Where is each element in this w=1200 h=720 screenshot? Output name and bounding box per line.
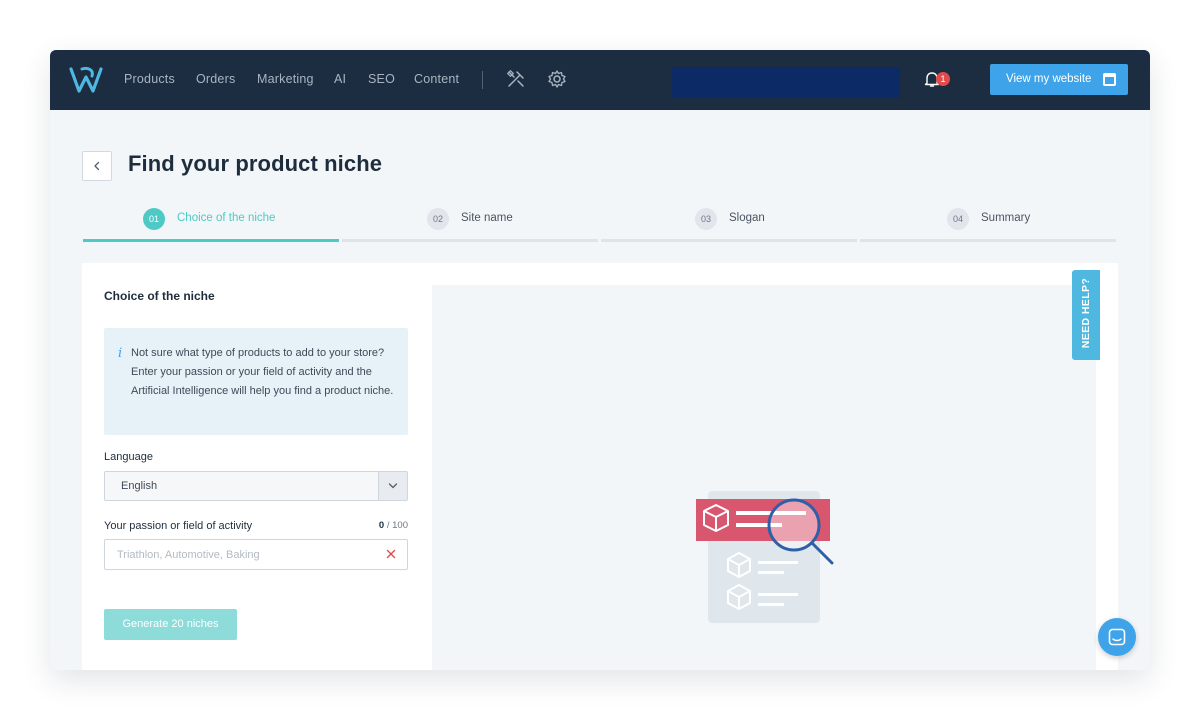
char-count-max: / 100 bbox=[386, 520, 408, 531]
need-help-label: NEED HELP? bbox=[1080, 277, 1092, 349]
nav-seo[interactable]: SEO bbox=[368, 72, 395, 86]
info-icon: i bbox=[118, 346, 123, 361]
clear-icon[interactable] bbox=[384, 547, 398, 561]
browser-window-icon bbox=[1103, 73, 1116, 86]
chevron-down-icon bbox=[388, 483, 398, 489]
character-counter: 0 / 100 bbox=[342, 520, 408, 531]
language-select[interactable]: English bbox=[104, 471, 408, 501]
design-tools-icon[interactable] bbox=[506, 69, 526, 89]
logo-icon[interactable] bbox=[68, 64, 104, 96]
step-label: Summary bbox=[981, 212, 1031, 224]
step-progress-bar bbox=[860, 239, 1116, 242]
info-box: i Not sure what type of products to add … bbox=[104, 328, 408, 435]
back-button[interactable] bbox=[82, 151, 112, 181]
step-number: 03 bbox=[695, 208, 717, 230]
info-text: Not sure what type of products to add to… bbox=[131, 347, 394, 397]
nav-products[interactable]: Products bbox=[124, 72, 175, 86]
step-label: Choice of the niche bbox=[177, 212, 276, 224]
step-number: 01 bbox=[143, 208, 165, 230]
view-website-label: View my website bbox=[1006, 73, 1092, 85]
page-title: Find your product niche bbox=[128, 151, 383, 176]
step-number: 04 bbox=[947, 208, 969, 230]
chat-launcher-button[interactable] bbox=[1098, 618, 1136, 656]
passion-field bbox=[104, 539, 408, 570]
chat-icon bbox=[1108, 628, 1126, 646]
step-label: Site name bbox=[461, 212, 513, 224]
step-site-name[interactable]: 02 Site name bbox=[342, 208, 599, 242]
step-summary[interactable]: 04 Summary bbox=[860, 208, 1117, 242]
language-value: English bbox=[121, 480, 158, 492]
form-title: Choice of the niche bbox=[104, 289, 215, 303]
step-number: 02 bbox=[427, 208, 449, 230]
nav-marketing[interactable]: Marketing bbox=[257, 72, 314, 86]
dropdown-toggle[interactable] bbox=[378, 472, 407, 500]
product-search-illustration bbox=[696, 491, 834, 623]
passion-label: Your passion or field of activity bbox=[104, 520, 253, 532]
step-progress-bar bbox=[83, 239, 339, 242]
view-website-button[interactable]: View my website bbox=[990, 64, 1128, 95]
step-progress-bar bbox=[601, 239, 857, 242]
step-label: Slogan bbox=[729, 212, 765, 224]
language-label: Language bbox=[104, 451, 153, 463]
generate-niches-button[interactable]: Generate 20 niches bbox=[104, 609, 237, 640]
illustration-panel bbox=[432, 285, 1096, 670]
settings-gear-icon[interactable] bbox=[547, 69, 567, 89]
app-window: Products Orders Marketing AI SEO Content… bbox=[50, 50, 1150, 670]
need-help-tab[interactable]: NEED HELP? bbox=[1072, 270, 1100, 360]
redacted-block bbox=[672, 67, 900, 98]
top-navbar: Products Orders Marketing AI SEO Content… bbox=[50, 50, 1150, 110]
notification-badge: 1 bbox=[936, 72, 950, 86]
step-slogan[interactable]: 03 Slogan bbox=[601, 208, 858, 242]
step-progress-bar bbox=[342, 239, 598, 242]
nav-ai[interactable]: AI bbox=[334, 72, 346, 86]
nav-content[interactable]: Content bbox=[414, 72, 459, 86]
niche-form-card: Choice of the niche i Not sure what type… bbox=[82, 263, 1118, 670]
chevron-left-icon bbox=[94, 161, 100, 171]
nav-orders[interactable]: Orders bbox=[196, 72, 235, 86]
step-choice-of-niche[interactable]: 01 Choice of the niche bbox=[83, 208, 340, 242]
passion-input[interactable] bbox=[105, 540, 375, 569]
char-count-current: 0 bbox=[378, 520, 385, 531]
nav-divider bbox=[482, 71, 483, 89]
